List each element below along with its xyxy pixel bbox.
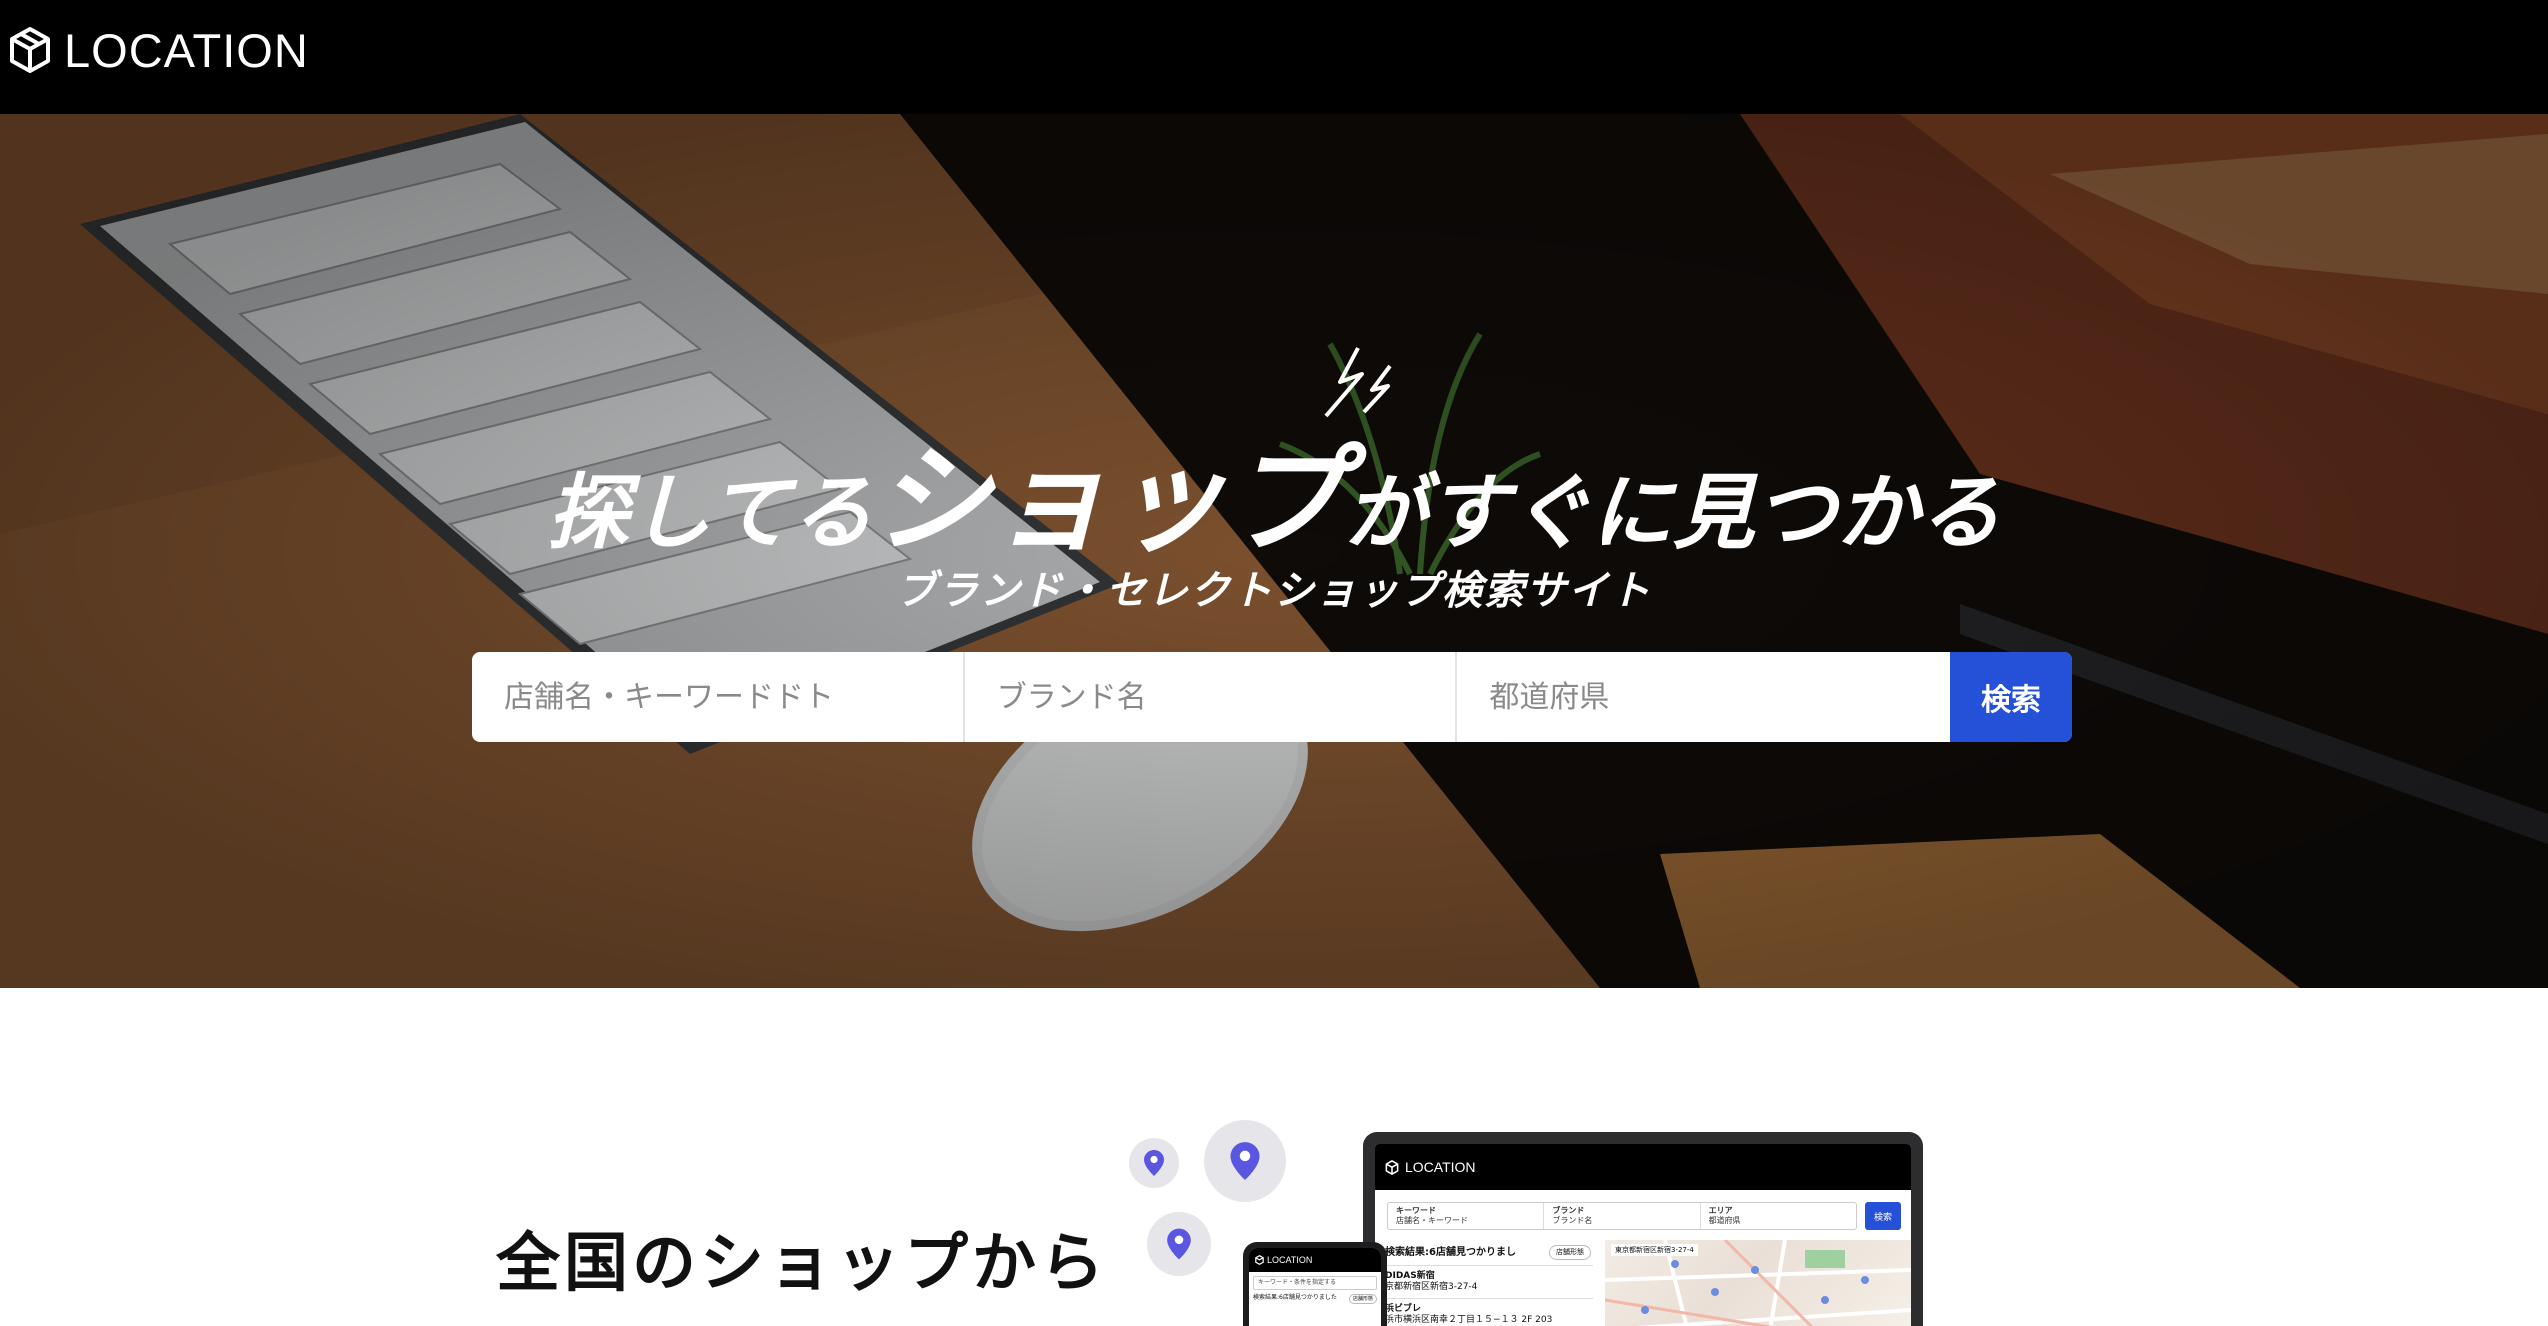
keyword-field [472,652,965,742]
tablet-logo-text: LOCATION [1405,1159,1476,1175]
cube-icon [1385,1159,1399,1175]
keyword-input[interactable] [504,679,963,715]
list-item: 浜ビブレ 浜市横浜区南幸２丁目１５−１３ 2F 203 [1383,1299,1593,1326]
phone-screen: LOCATION キーワード・条件を指定する 検索結果:6店舗見つかりました 店… [1249,1248,1381,1326]
location-pin-small [1129,1138,1179,1188]
tablet-area-hint: 都道府県 [1708,1216,1741,1225]
tablet-brand-field: ブランド ブランド名 [1544,1203,1701,1229]
site-logo[interactable]: LOCATION [8,22,309,78]
tablet-map-address: 東京都新宿区新宿3-27-4 [1611,1244,1698,1256]
tablet-results-heading: 検索結果:6店舗見つかりまし 店舗形態 [1383,1240,1593,1266]
tablet-map: 東京都新宿区新宿3-27-4 [1605,1240,1911,1326]
phone-mockup: LOCATION キーワード・条件を指定する 検索結果:6店舗見つかりました 店… [1243,1242,1387,1326]
map-pin-icon [1230,1142,1260,1180]
tablet-mockup: LOCATION キーワード 店舗名・キーワード ブランド ブランド名 エリア 都道府… [1363,1132,1923,1326]
tablet-screen: LOCATION キーワード 店舗名・キーワード ブランド ブランド名 エリア 都道府… [1375,1144,1911,1326]
tablet-search-button: 検索 [1865,1202,1901,1230]
map-pin-icon [1144,1150,1164,1176]
area-field [1457,652,1951,742]
phone-header: LOCATION [1249,1248,1381,1272]
map-pin-icon [1167,1228,1191,1260]
tablet-area-label: エリア [1708,1206,1733,1215]
phone-logo-text: LOCATION [1267,1255,1313,1265]
tablet-brand-hint: ブランド名 [1552,1216,1593,1225]
hero-search-bar: 検索 [472,652,2072,742]
tablet-brand-label: ブランド [1552,1206,1585,1215]
phone-search-field: キーワード・条件を指定する [1253,1276,1377,1290]
hero-subheadline: ブランド・セレクトショップ検索サイト [896,568,1652,614]
brand-input[interactable] [996,679,1456,715]
tablet-results-count: 検索結果:6店舗見つかりまし [1385,1247,1516,1258]
cube-icon [1255,1255,1264,1265]
headline-part-2: がすぐに見つかる [1344,466,2001,561]
tablet-keyword-label: キーワード [1396,1206,1436,1215]
location-pin-medium [1147,1212,1211,1276]
tablet-search-bar: キーワード 店舗名・キーワード ブランド ブランド名 エリア 都道府県 [1387,1202,1857,1230]
phone-results-text: 検索結果:6店舗見つかりました [1253,1294,1337,1301]
tablet-header: LOCATION [1375,1144,1911,1190]
tablet-area-field: エリア 都道府県 [1701,1203,1856,1229]
tablet-result-name: 浜ビブレ [1385,1304,1422,1314]
hero-section: 探してるショップがすぐに見つかる ブランド・セレクトショップ検索サイト 検索 [0,114,2548,988]
site-header: LOCATION [0,0,2548,114]
tablet-result-address: 京都新宿区新宿3-27-4 [1385,1282,1478,1292]
headline-part-1: 探してる [547,466,873,561]
phone-sort-dropdown: 店舗形態 [1348,1294,1377,1304]
list-item: DIDAS新宿 京都新宿区新宿3-27-4 [1383,1266,1593,1299]
brand-field [965,652,1458,742]
tablet-sort-dropdown: 店舗形態 [1549,1245,1591,1260]
logo-text: LOCATION [64,23,309,77]
headline-emphasis: ショップ [872,431,1345,569]
tablet-result-address: 浜市横浜区南幸２丁目１５−１３ 2F 203 [1385,1315,1553,1325]
tablet-result-name: DIDAS新宿 [1385,1271,1435,1281]
hero-headline: 探してるショップがすぐに見つかる [0,404,2548,575]
area-input[interactable] [1489,679,1951,715]
location-pin-large [1204,1120,1286,1202]
cube-icon [10,27,50,73]
tablet-keyword-field: キーワード 店舗名・キーワード [1388,1203,1545,1229]
tablet-keyword-hint: 店舗名・キーワード [1396,1216,1468,1225]
section-title: 全国のショップから [496,1227,1108,1301]
phone-results-row: 検索結果:6店舗見つかりました 店舗形態 [1253,1294,1377,1304]
search-button[interactable]: 検索 [1950,652,2072,742]
tablet-result-list: 検索結果:6店舗見つかりまし 店舗形態 DIDAS新宿 京都新宿区新宿3-27-… [1383,1240,1593,1326]
